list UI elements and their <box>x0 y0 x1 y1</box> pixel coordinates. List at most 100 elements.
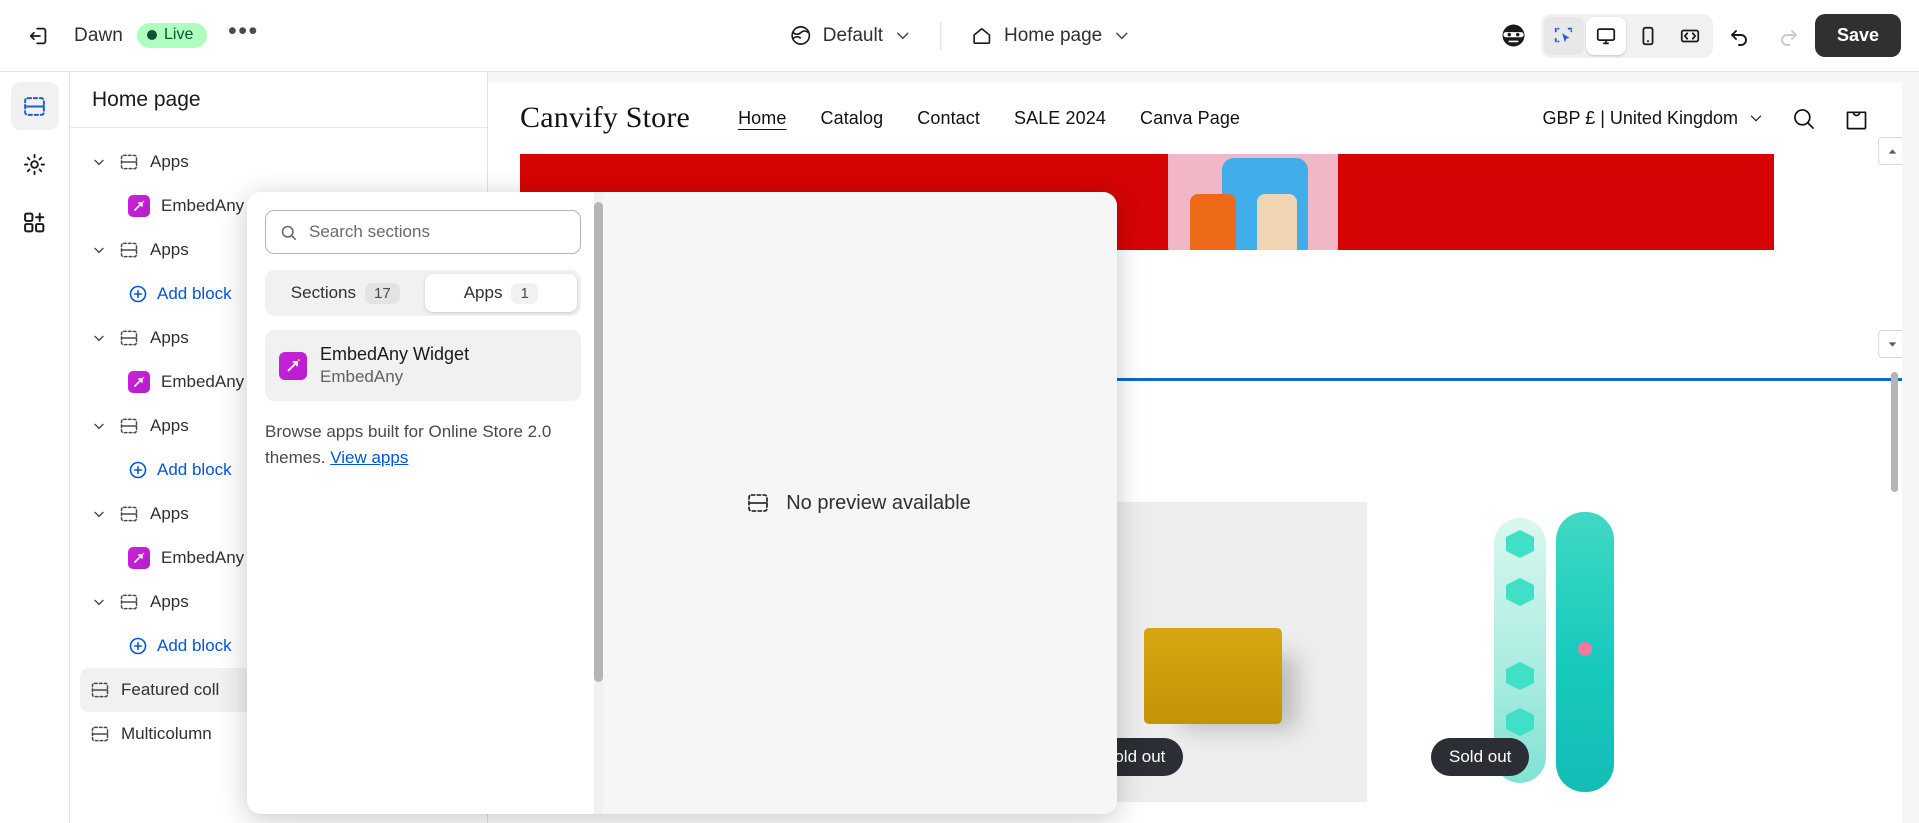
preview-scroll-down[interactable] <box>1878 330 1902 358</box>
desktop-icon[interactable] <box>1585 16 1626 55</box>
embedany-icon <box>128 195 150 217</box>
plus-circle-icon <box>128 284 148 304</box>
plus-circle-icon <box>128 460 148 480</box>
preview-scroll-up[interactable] <box>1878 137 1902 165</box>
left-rail <box>0 72 70 823</box>
search-icon[interactable] <box>1790 105 1817 132</box>
settings-rail-icon[interactable] <box>11 140 59 188</box>
tab-count-badge: 17 <box>365 282 400 304</box>
chevron-down-icon[interactable] <box>90 506 108 522</box>
section-icon <box>119 504 139 524</box>
sidebar-row-label: Featured coll <box>121 680 220 699</box>
sidebar-row-label: Apps <box>150 504 189 523</box>
apps-rail-icon[interactable] <box>11 198 59 246</box>
sidebar-header: Home page <box>70 72 487 128</box>
search-sections-box[interactable] <box>265 210 581 254</box>
popover-left-panel: Sections 17 Apps 1 EmbedAny Widget EmbedAny… <box>247 192 603 814</box>
top-bar-center: Default Home page <box>776 17 1143 54</box>
status-badge: Live <box>136 23 208 48</box>
sidebar-row-label: Apps <box>150 592 189 611</box>
chevron-down-icon <box>1113 27 1130 44</box>
chevron-down-icon[interactable] <box>90 418 108 434</box>
tab-label: Sections <box>290 283 356 302</box>
app-developer: EmbedAny <box>320 367 404 387</box>
popover-preview-panel: No preview available <box>599 192 1117 814</box>
embedany-icon <box>128 371 150 393</box>
page-label: Home page <box>1003 24 1103 46</box>
save-button[interactable]: Save <box>1814 14 1901 57</box>
storefront-nav-link[interactable]: Canva Page <box>1140 108 1240 129</box>
currency-selector[interactable]: GBP £ | United Kingdom <box>1543 108 1764 129</box>
chevron-down-icon[interactable] <box>90 594 108 610</box>
view-apps-link[interactable]: View apps <box>330 448 408 467</box>
section-icon <box>90 680 110 700</box>
section-icon <box>90 724 110 744</box>
selector-icon[interactable] <box>1543 16 1584 55</box>
sidebar-row-label: Apps <box>150 152 189 171</box>
undo-button[interactable] <box>1719 15 1761 57</box>
storefront-nav-link[interactable]: Catalog <box>821 108 884 129</box>
sections-rail-icon[interactable] <box>10 82 59 130</box>
live-dot-icon <box>146 30 157 40</box>
sidebar-row-label: Add block <box>157 636 232 655</box>
store-logo[interactable]: Canvify Store <box>520 101 690 135</box>
theme-editor: Dawn Live ••• Default Home page Save Hom… <box>0 0 1919 823</box>
chevron-down-icon[interactable] <box>90 154 108 170</box>
product-grid: Sold out Selling Plans Ski Wax <box>1058 502 1902 823</box>
exit-icon[interactable] <box>18 15 60 57</box>
toolbar-divider <box>939 21 941 50</box>
search-input[interactable] <box>309 222 567 242</box>
section-icon <box>119 328 139 348</box>
fullwidth-icon[interactable] <box>1670 17 1710 55</box>
no-preview-message: No preview available <box>746 491 971 515</box>
sidebar-row-label: Multicolumn <box>121 724 212 743</box>
ninja-icon[interactable] <box>1493 15 1535 57</box>
top-bar: Dawn Live ••• Default Home page Save <box>0 0 1919 72</box>
storefront-nav-link[interactable]: Contact <box>917 108 980 129</box>
section-icon <box>119 416 139 436</box>
sidebar-row-label: EmbedAny <box>161 548 245 567</box>
app-list-item[interactable]: EmbedAny Widget EmbedAny <box>265 330 581 402</box>
redo-button[interactable] <box>1767 15 1809 57</box>
preview-scrollbar[interactable] <box>1891 372 1898 492</box>
plus-circle-icon <box>128 636 148 656</box>
status-badge-label: Live <box>163 26 194 43</box>
sidebar-row-label: Apps <box>150 328 189 347</box>
status-badge: Sold out <box>1431 738 1530 776</box>
tab-apps[interactable]: Apps 1 <box>424 274 577 312</box>
tab-sections[interactable]: Sections 17 <box>269 274 422 312</box>
app-name: EmbedAny Widget <box>320 344 470 364</box>
more-actions-button[interactable]: ••• <box>221 15 265 57</box>
browse-apps-text: Browse apps built for Online Store 2.0 t… <box>265 419 581 470</box>
mobile-icon[interactable] <box>1628 17 1668 55</box>
storefront-nav-link[interactable]: SALE 2024 <box>1014 108 1106 129</box>
chevron-down-icon <box>894 27 911 44</box>
tab-label: Apps <box>463 283 503 302</box>
view-mode-group <box>1540 13 1713 58</box>
hero-shape <box>1257 194 1298 250</box>
embedany-icon <box>279 351 307 380</box>
chevron-down-icon[interactable] <box>90 330 108 346</box>
chevron-down-icon[interactable] <box>90 242 108 258</box>
product-card[interactable]: Sold out The 3p Fulfilled Snowboard <box>1405 502 1713 823</box>
embedany-icon <box>128 547 150 569</box>
cart-icon[interactable] <box>1843 105 1870 132</box>
hero-edge <box>1774 154 1870 250</box>
storefront-nav-link[interactable]: Home <box>738 108 786 129</box>
sidebar-row-label: Add block <box>157 460 232 479</box>
popover-tabs: Sections 17 Apps 1 <box>265 270 581 316</box>
page-selector[interactable]: Home page <box>957 17 1143 54</box>
locale-label: Default <box>822 24 883 46</box>
currency-label: GBP £ | United Kingdom <box>1542 107 1738 128</box>
locale-selector[interactable]: Default <box>776 17 924 54</box>
section-icon <box>119 152 139 172</box>
home-icon <box>970 24 993 47</box>
globe-icon <box>789 24 812 47</box>
sidebar-row-label: Apps <box>150 416 189 435</box>
popover-scrollbar[interactable] <box>594 202 603 682</box>
search-icon <box>279 223 298 242</box>
top-bar-left: Dawn Live ••• <box>0 15 265 57</box>
sidebar-section-row[interactable]: Apps <box>80 140 477 184</box>
section-icon <box>119 240 139 260</box>
no-preview-label: No preview available <box>786 491 971 514</box>
